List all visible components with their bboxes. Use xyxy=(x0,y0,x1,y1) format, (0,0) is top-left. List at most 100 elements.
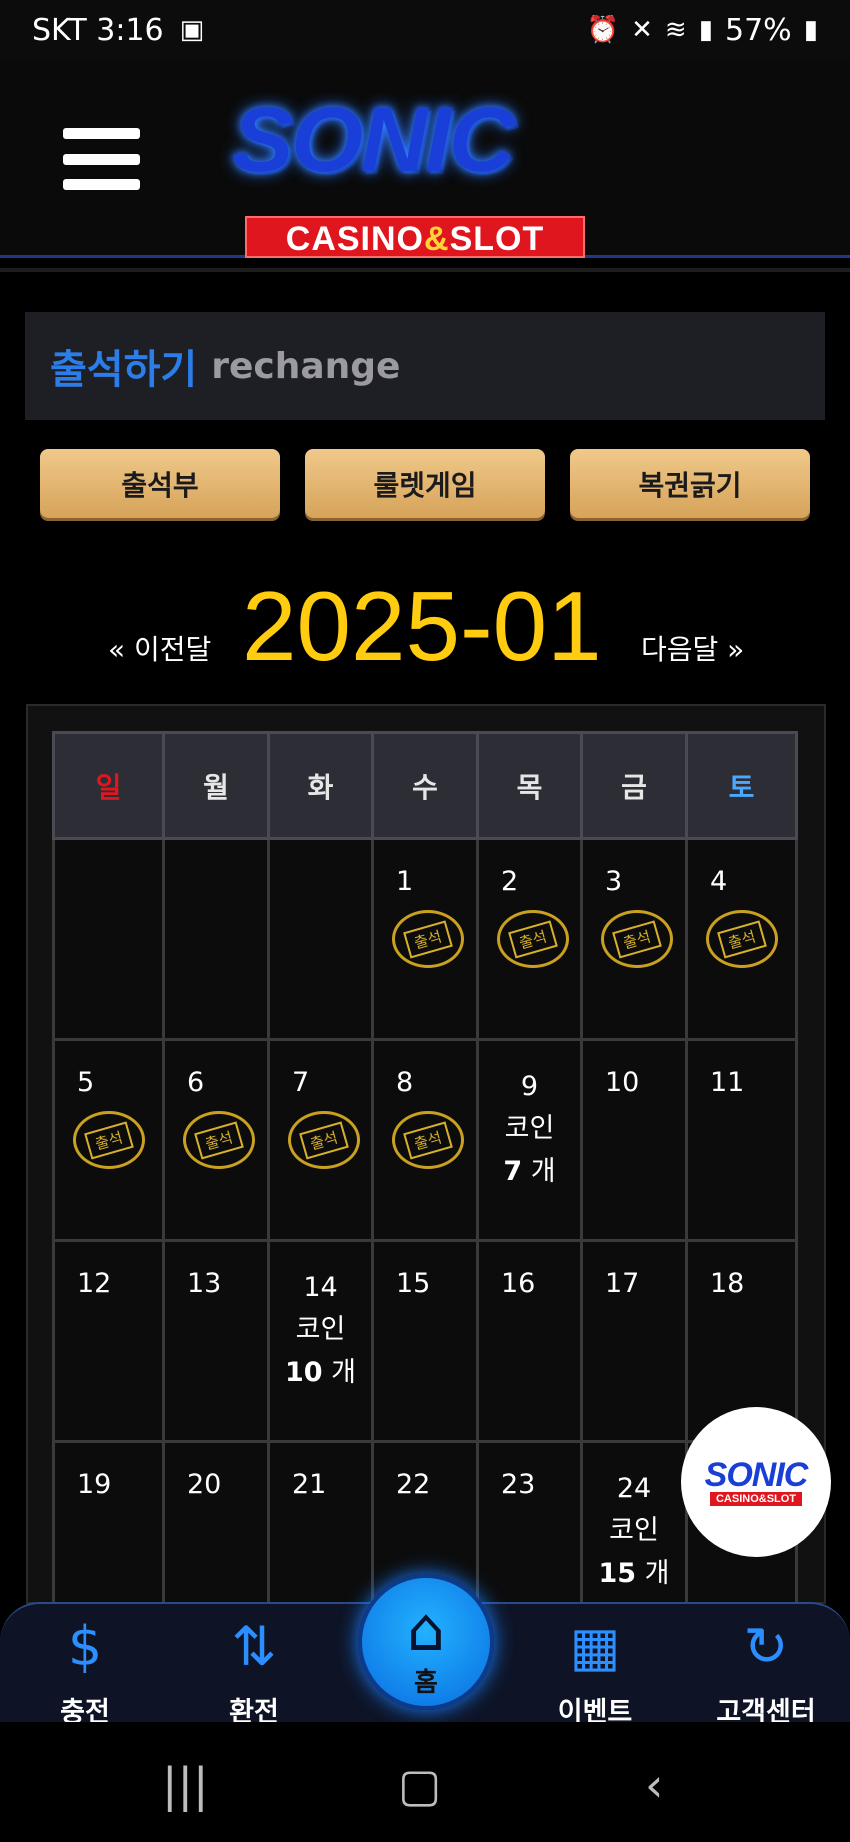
calendar-day: 16 xyxy=(476,1239,583,1443)
attendance-stamp-icon: 출석 xyxy=(73,1111,145,1169)
tab-lottery[interactable]: 복권긁기 xyxy=(570,449,810,518)
nav-support[interactable]: ↻ 고객센터 xyxy=(696,1614,836,1729)
carrier-time: SKT 3:16 xyxy=(32,12,164,48)
day-number: 8 xyxy=(396,1067,414,1098)
calendar-day: 11 xyxy=(685,1038,798,1242)
weekday-header: 목 xyxy=(476,731,583,840)
month-navigation: « 이전달 2025-01 다음달 » xyxy=(0,570,850,681)
signal-icon: ▮ xyxy=(698,15,713,45)
nav-event[interactable]: ▦ 이벤트 xyxy=(525,1614,665,1729)
day-number: 24 xyxy=(616,1473,652,1504)
calendar-day: 7 출석 xyxy=(267,1038,374,1242)
site-logo[interactable]: SONIC CASINO&SLOT xyxy=(210,88,620,258)
day-number: 1 xyxy=(396,866,414,897)
nav-withdraw[interactable]: ⇅ 환전 xyxy=(184,1614,324,1729)
weekday-header: 토 xyxy=(685,731,798,840)
calendar-day: 14 코인 10 개 xyxy=(267,1239,374,1443)
day-number: 23 xyxy=(501,1469,536,1500)
day-number: 5 xyxy=(77,1067,95,1098)
page-title: 출석하기 rechange xyxy=(25,312,825,420)
calendar-day: 4 출석 xyxy=(685,837,798,1041)
attendance-stamp-icon: 출석 xyxy=(601,910,673,968)
menu-icon[interactable] xyxy=(63,128,140,190)
attendance-stamp-icon: 출석 xyxy=(288,1111,360,1169)
wifi-icon: ≋ xyxy=(664,15,687,45)
attendance-stamp-icon: 출석 xyxy=(392,1111,464,1169)
logo-subtitle: CASINO&SLOT xyxy=(245,216,585,258)
coin-count: 10 xyxy=(284,1357,323,1388)
status-bar: SKT 3:16 ▣ ⏰ ✕ ≋ ▮ 57% ▮ xyxy=(0,0,850,60)
next-month-link[interactable]: 다음달 » xyxy=(641,628,744,668)
divider xyxy=(0,268,850,272)
calendar-day: 17 xyxy=(580,1239,688,1443)
day-number: 18 xyxy=(710,1268,745,1299)
attendance-stamp-icon: 출석 xyxy=(183,1111,255,1169)
calendar-week: 5 출석 6 출석 7 출석 8 출석 9 코인 7 개 10 11 xyxy=(52,1038,798,1242)
calendar-day: 13 xyxy=(162,1239,270,1443)
day-number: 2 xyxy=(501,866,519,897)
nav-deposit[interactable]: $ 충전 xyxy=(15,1614,155,1729)
coin-unit: 개 xyxy=(331,1357,356,1388)
day-number: 15 xyxy=(396,1268,431,1299)
home-label: 홈 xyxy=(414,1668,438,1698)
stamp-label: 출석 xyxy=(403,1121,453,1159)
gift-icon: ▦ xyxy=(569,1615,621,1678)
day-number: 4 xyxy=(710,866,728,897)
day-number: 19 xyxy=(77,1469,112,1500)
calendar-day: 3 출석 xyxy=(580,837,688,1041)
coin-unit: 개 xyxy=(644,1558,670,1589)
app-header: SONIC CASINO&SLOT xyxy=(0,60,850,258)
float-logo-title: SONIC xyxy=(704,1456,809,1494)
mute-icon: ✕ xyxy=(631,15,653,45)
floating-logo-button[interactable]: SONIC CASINO&SLOT xyxy=(681,1407,831,1557)
day-number: 17 xyxy=(605,1268,640,1299)
stamp-label: 출석 xyxy=(508,920,558,958)
home-icon: ⌂ xyxy=(406,1595,446,1665)
current-month: 2025-01 xyxy=(242,571,602,681)
weekday-header: 일 xyxy=(52,731,165,840)
calendar-week: 12 13 14 코인 10 개 15 16 17 18 xyxy=(52,1239,798,1443)
attendance-stamp-icon: 출석 xyxy=(392,910,464,968)
float-logo-subtitle: CASINO&SLOT xyxy=(709,1492,803,1506)
coin-count: 7 xyxy=(503,1156,523,1187)
stamp-label: 출석 xyxy=(299,1121,349,1159)
day-number: 22 xyxy=(396,1469,431,1500)
day-number: 21 xyxy=(292,1469,327,1500)
day-number: 12 xyxy=(77,1268,112,1299)
calendar-week: 1 출석 2 출석 3 출석 4 출석 xyxy=(52,837,798,1041)
android-home-icon[interactable]: ▢ xyxy=(398,1758,441,1812)
gallery-icon: ▣ xyxy=(179,15,205,45)
weekday-header: 월 xyxy=(162,731,270,840)
calendar-day: 2 출석 xyxy=(476,837,583,1041)
calendar-day: 9 코인 7 개 xyxy=(476,1038,583,1242)
back-icon[interactable]: ‹ xyxy=(645,1758,663,1812)
calendar-day xyxy=(162,837,270,1041)
deposit-icon: $ xyxy=(67,1615,103,1678)
coin-label: 코인 xyxy=(609,1515,659,1546)
stamp-label: 출석 xyxy=(194,1121,244,1159)
page-title-en: rechange xyxy=(211,345,401,387)
battery-level: 57% xyxy=(725,12,792,48)
tab-attendance[interactable]: 출석부 xyxy=(40,449,280,518)
tab-roulette[interactable]: 룰렛게임 xyxy=(305,449,545,518)
coin-label: 코인 xyxy=(295,1314,346,1345)
weekday-header: 화 xyxy=(267,731,374,840)
day-number: 10 xyxy=(605,1067,640,1098)
withdraw-icon: ⇅ xyxy=(231,1615,277,1678)
prev-month-link[interactable]: « 이전달 xyxy=(108,628,211,668)
attendance-stamp-icon: 출석 xyxy=(706,910,778,968)
calendar-day xyxy=(267,837,374,1041)
day-number: 7 xyxy=(292,1067,310,1098)
calendar-day: 8 출석 xyxy=(371,1038,479,1242)
weekday-header: 금 xyxy=(580,731,688,840)
calendar-day: 15 xyxy=(371,1239,479,1443)
battery-icon: ▮ xyxy=(803,15,818,45)
alarm-icon: ⏰ xyxy=(586,15,620,45)
coin-label: 코인 xyxy=(504,1113,555,1144)
day-number: 13 xyxy=(187,1268,222,1299)
recent-apps-icon[interactable]: ||| xyxy=(162,1758,209,1812)
home-button[interactable]: ⌂ 홈 xyxy=(358,1574,494,1710)
calendar-day: 10 xyxy=(580,1038,688,1242)
attendance-stamp-icon: 출석 xyxy=(497,910,569,968)
logo-title: SONIC xyxy=(232,89,515,191)
